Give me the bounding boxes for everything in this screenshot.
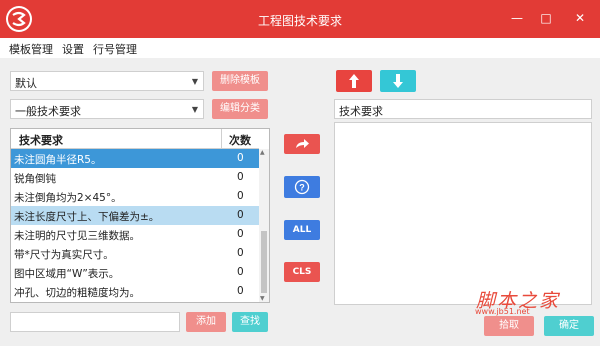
arrow-up-icon [349, 74, 359, 88]
help-icon: ? [294, 179, 310, 195]
column-divider [221, 129, 222, 149]
requirement-text: 未注长度尺寸上、下偏差为±。 [14, 211, 160, 223]
menu-line-number-management[interactable]: 行号管理 [93, 41, 137, 57]
table-row[interactable]: 锐角倒钝 0 [11, 168, 259, 187]
move-up-button[interactable] [336, 70, 372, 92]
menu-bar: 模板管理 设置 行号管理 [0, 38, 600, 58]
move-down-button[interactable] [380, 70, 416, 92]
category-select-value: 一般技术要求 [15, 105, 81, 118]
table-scrollbar[interactable]: ▲ ▼ [259, 149, 269, 302]
minimize-button[interactable]: — [509, 10, 525, 26]
scroll-up-icon[interactable]: ▲ [260, 149, 265, 156]
requirement-title-input[interactable]: 技术要求 [334, 99, 592, 119]
maximize-button[interactable]: □ [538, 10, 554, 26]
requirement-preview-area[interactable] [334, 122, 592, 305]
scroll-down-icon[interactable]: ▼ [260, 295, 265, 302]
find-button[interactable]: 查找 [232, 312, 268, 332]
table-row[interactable]: 未注倒角均为2×45°。 0 [11, 187, 259, 206]
usage-count: 0 [237, 171, 244, 183]
requirement-text: 未注明的尺寸见三维数据。 [14, 230, 140, 242]
close-button[interactable]: ✕ [572, 10, 588, 26]
menu-settings[interactable]: 设置 [62, 41, 84, 57]
share-arrow-icon [296, 139, 309, 148]
requirement-text: 带*尺寸为真实尺寸。 [14, 249, 114, 261]
search-input[interactable] [10, 312, 180, 332]
category-select[interactable]: 一般技术要求 ▼ [10, 99, 204, 119]
svg-text:?: ? [299, 183, 305, 193]
watermark-url: www.jb51.net [475, 307, 530, 316]
clear-button[interactable]: CLS [284, 262, 320, 282]
table-row[interactable]: 未注明的尺寸见三维数据。 0 [11, 225, 259, 244]
usage-count: 0 [237, 228, 244, 240]
menu-template-management[interactable]: 模板管理 [9, 41, 53, 57]
table-row[interactable]: 未注长度尺寸上、下偏差为±。 0 [11, 206, 259, 225]
requirement-text: 图中区域用“W”表示。 [14, 268, 120, 280]
chevron-down-icon: ▼ [191, 105, 198, 114]
requirement-title-value: 技术要求 [339, 105, 383, 118]
delete-template-button[interactable]: 删除模板 [212, 71, 268, 91]
usage-count: 0 [237, 209, 244, 221]
help-button[interactable]: ? [284, 176, 320, 198]
requirement-text: 锐角倒钝 [14, 173, 56, 185]
ok-button[interactable]: 确定 [544, 316, 594, 336]
usage-count: 0 [237, 152, 244, 164]
pick-button[interactable]: 拾取 [484, 316, 534, 336]
table-header: 技术要求 次数 [11, 129, 259, 149]
requirement-text: 未注圆角半径R5。 [14, 154, 102, 166]
template-select-value: 默认 [15, 77, 37, 90]
column-header-requirement[interactable]: 技术要求 [19, 132, 63, 148]
requirements-table: 技术要求 次数 未注圆角半径R5。 0 锐角倒钝 0 未注倒角均为2×45°。 0 未注长度… [10, 128, 270, 303]
title-bar: 工程图技术要求 — □ ✕ [0, 0, 600, 38]
column-header-count[interactable]: 次数 [229, 132, 251, 148]
requirement-text: 未注倒角均为2×45°。 [14, 192, 122, 204]
table-row[interactable]: 带*尺寸为真实尺寸。 0 [11, 244, 259, 263]
scroll-thumb[interactable] [261, 231, 267, 293]
table-row[interactable]: 未注圆角半径R5。 0 [11, 149, 259, 168]
table-row[interactable]: 图中区域用“W”表示。 0 [11, 263, 259, 282]
usage-count: 0 [237, 266, 244, 278]
edit-category-button[interactable]: 编辑分类 [212, 99, 268, 119]
add-button[interactable]: 添加 [186, 312, 226, 332]
usage-count: 0 [237, 190, 244, 202]
transfer-button[interactable] [284, 134, 320, 154]
requirement-text: 冲孔、切边的粗糙度均为。 [14, 287, 140, 299]
table-row[interactable]: 冲孔、切边的粗糙度均为。 0 [11, 282, 259, 301]
usage-count: 0 [237, 247, 244, 259]
select-all-button[interactable]: ALL [284, 220, 320, 240]
arrow-down-icon [393, 74, 403, 88]
chevron-down-icon: ▼ [191, 77, 198, 86]
usage-count: 0 [237, 285, 244, 297]
template-select[interactable]: 默认 ▼ [10, 71, 204, 91]
